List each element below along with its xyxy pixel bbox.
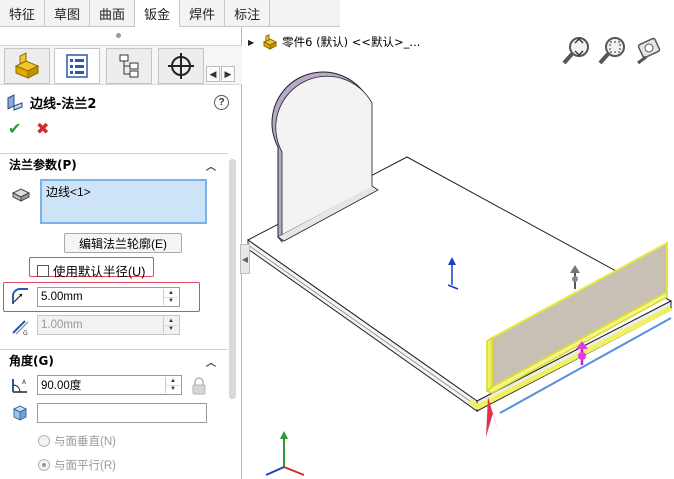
radio-parallel-label: 与面平行(R) xyxy=(54,460,116,472)
model-view[interactable] xyxy=(242,27,674,479)
section-angle[interactable]: 角度(G) ︿ xyxy=(0,349,228,371)
edge-item[interactable]: 边线<1> xyxy=(46,185,91,199)
section-flange-params-title: 法兰参数(P) xyxy=(9,158,77,172)
property-manager-icon xyxy=(66,54,88,78)
view-tools xyxy=(562,35,664,67)
radio-perpendicular-label: 与面垂直(N) xyxy=(54,436,116,448)
feature-tree-flyout[interactable]: ▶ 零件6 (默认) <<默认>_... xyxy=(248,34,420,50)
part-name-label[interactable]: 零件6 (默认) <<默认>_... xyxy=(282,34,420,50)
collapse-chevron-icon[interactable]: ︿ xyxy=(206,354,216,369)
manager-scroll-left[interactable]: ◀ xyxy=(206,66,220,82)
manager-tabs: ◀ ▶ xyxy=(0,45,242,85)
radius-icon xyxy=(12,288,28,304)
use-default-radius-label: 使用默认半径(U) xyxy=(53,265,146,279)
sheetmetal-flange-icon xyxy=(7,93,23,111)
bend-radius-input[interactable]: 5.00mm ▲ ▼ xyxy=(37,287,180,307)
tab-features[interactable]: 特征 xyxy=(0,0,46,26)
ok-icon[interactable]: ✔ xyxy=(8,119,21,139)
property-manager-tab[interactable] xyxy=(54,48,100,84)
help-icon[interactable]: ? xyxy=(214,95,229,110)
bend-radius-value: 5.00mm xyxy=(41,291,83,303)
edge-select-icon xyxy=(11,188,31,202)
svg-text:A: A xyxy=(22,379,27,386)
radio-parallel[interactable] xyxy=(38,459,50,471)
dim-expert-icon xyxy=(168,53,194,79)
cancel-icon[interactable]: ✖ xyxy=(36,119,49,139)
svg-text:G: G xyxy=(23,330,28,336)
feature-title: 边线-法兰2 xyxy=(30,97,97,112)
tab-weldments[interactable]: 焊件 xyxy=(180,0,226,26)
face-select-icon xyxy=(12,405,28,421)
gap-distance-value: 1.00mm xyxy=(41,319,83,331)
gap-icon: G xyxy=(12,320,29,336)
gap-distance-input[interactable]: 1.00mm ▲ ▼ xyxy=(37,315,180,335)
flange-angle-input[interactable]: 90.00度 ▲ ▼ xyxy=(37,375,182,395)
previous-view-icon[interactable] xyxy=(634,35,664,67)
use-default-radius-row[interactable]: 使用默认半径(U) xyxy=(37,261,145,280)
reference-face-input[interactable] xyxy=(37,403,207,423)
graphics-viewport[interactable] xyxy=(242,27,674,479)
gap-distance-spinner[interactable]: ▲ ▼ xyxy=(163,317,178,333)
radio-row-parallel[interactable]: 与面平行(R) xyxy=(38,457,116,473)
panel-scrollbar[interactable] xyxy=(229,159,236,399)
flange-angle-spinner[interactable]: ▲ ▼ xyxy=(165,377,180,393)
tab-surfaces[interactable]: 曲面 xyxy=(90,0,136,26)
edge-selection-list[interactable]: 边线<1> xyxy=(40,179,207,224)
collapse-chevron-icon[interactable]: ︿ xyxy=(206,158,216,173)
manager-scroll-right[interactable]: ▶ xyxy=(221,66,235,82)
feature-header: 边线-法兰2 xyxy=(6,93,96,112)
command-manager-tabs: 特征 草图 曲面 钣金 焊件 标注 xyxy=(0,0,340,27)
zoom-fit-icon[interactable] xyxy=(562,35,592,67)
use-default-radius-checkbox[interactable] xyxy=(37,264,49,277)
radio-row-perpendicular[interactable]: 与面垂直(N) xyxy=(38,433,116,449)
property-manager-panel: ◀ ▶ 边线-法兰2 ? ✔ ✖ 法兰参数(P) ︿ 边线<1> 编辑法兰轮廓(… xyxy=(0,27,242,479)
zoom-area-icon[interactable] xyxy=(598,35,628,67)
config-manager-icon xyxy=(119,54,139,78)
panel-grip[interactable] xyxy=(116,33,121,38)
tab-sheet-metal[interactable]: 钣金 xyxy=(135,0,181,27)
section-angle-title: 角度(G) xyxy=(9,354,54,368)
flange-angle-value: 90.00度 xyxy=(41,380,82,392)
tab-annotations[interactable]: 标注 xyxy=(225,0,271,26)
part-icon xyxy=(14,52,40,79)
lock-icon[interactable] xyxy=(189,376,209,396)
dim-expert-tab[interactable] xyxy=(158,48,204,84)
panel-splitter-handle[interactable]: ◀ xyxy=(240,244,250,274)
part-icon xyxy=(263,34,278,50)
bend-radius-spinner[interactable]: ▲ ▼ xyxy=(163,289,178,305)
tab-sketch[interactable]: 草图 xyxy=(45,0,91,26)
radio-perpendicular[interactable] xyxy=(38,435,50,447)
edit-flange-profile-button[interactable]: 编辑法兰轮廓(E) xyxy=(64,233,182,253)
configuration-manager-tab[interactable] xyxy=(106,48,152,84)
feature-manager-tab[interactable] xyxy=(4,48,50,84)
expand-arrow-icon[interactable]: ▶ xyxy=(248,38,254,47)
angle-icon: A xyxy=(12,379,27,393)
triad-icon xyxy=(265,431,305,476)
section-flange-params[interactable]: 法兰参数(P) ︿ xyxy=(0,153,228,175)
